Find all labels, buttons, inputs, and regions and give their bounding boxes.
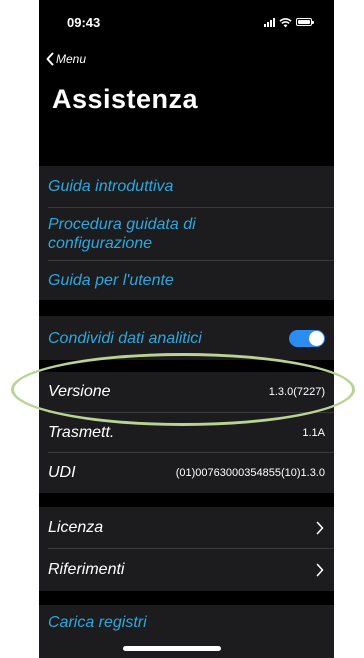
battery-icon	[296, 18, 314, 26]
user-guide-link[interactable]: Guida per l'utente	[39, 261, 334, 300]
status-time: 09:43	[67, 15, 101, 30]
home-indicator[interactable]	[123, 646, 221, 651]
transmitter-value: 1.1A	[302, 426, 325, 439]
license-row[interactable]: Licenza	[39, 507, 334, 548]
setup-wizard-label-line2: configurazione	[48, 235, 153, 252]
udi-value: (01)00763000354855(10)1.3.0	[175, 467, 325, 479]
license-label: Licenza	[48, 518, 104, 536]
back-label: Menu	[56, 52, 87, 66]
highlight-ellipse	[11, 353, 355, 426]
status-bar: 09:43	[39, 0, 334, 40]
setup-wizard-label: Procedura guidata di configurazione	[48, 215, 196, 253]
page-title: Assistenza	[52, 84, 199, 114]
legal-group: Licenza Riferimenti	[39, 507, 334, 591]
back-button[interactable]: Menu	[45, 52, 86, 66]
udi-label: UDI	[48, 464, 76, 481]
chevron-right-icon	[316, 563, 324, 577]
analytics-label: Condividi dati analitici	[48, 329, 202, 347]
chevron-left-icon	[46, 52, 54, 66]
phone-screen: 09:43 Menu Assistenza Guida introduttiva	[39, 0, 334, 658]
analytics-toggle[interactable]	[289, 329, 325, 347]
signal-icon	[264, 17, 275, 27]
user-guide-label: Guida per l'utente	[48, 272, 174, 289]
wifi-icon	[279, 17, 292, 27]
setup-wizard-link[interactable]: Procedura guidata di configurazione	[39, 208, 334, 260]
references-label: Riferimenti	[48, 561, 125, 578]
chevron-right-icon	[316, 521, 324, 534]
upload-logs-label: Carica registri	[48, 613, 147, 631]
guide-intro-link[interactable]: Guida introduttiva	[39, 166, 334, 207]
toggle-knob	[309, 330, 324, 346]
upload-logs-link[interactable]: Carica registri	[39, 605, 334, 639]
setup-wizard-label-line1: Procedura guidata di	[48, 216, 196, 233]
guide-intro-label: Guida introduttiva	[48, 178, 174, 195]
transmitter-label: Trasmett.	[48, 423, 115, 441]
status-icons	[264, 16, 314, 28]
links-group: Guida introduttiva Procedura guidata di …	[39, 166, 334, 300]
references-row[interactable]: Riferimenti	[39, 549, 334, 591]
udi-row: UDI (01)00763000354855(10)1.3.0	[39, 453, 334, 493]
